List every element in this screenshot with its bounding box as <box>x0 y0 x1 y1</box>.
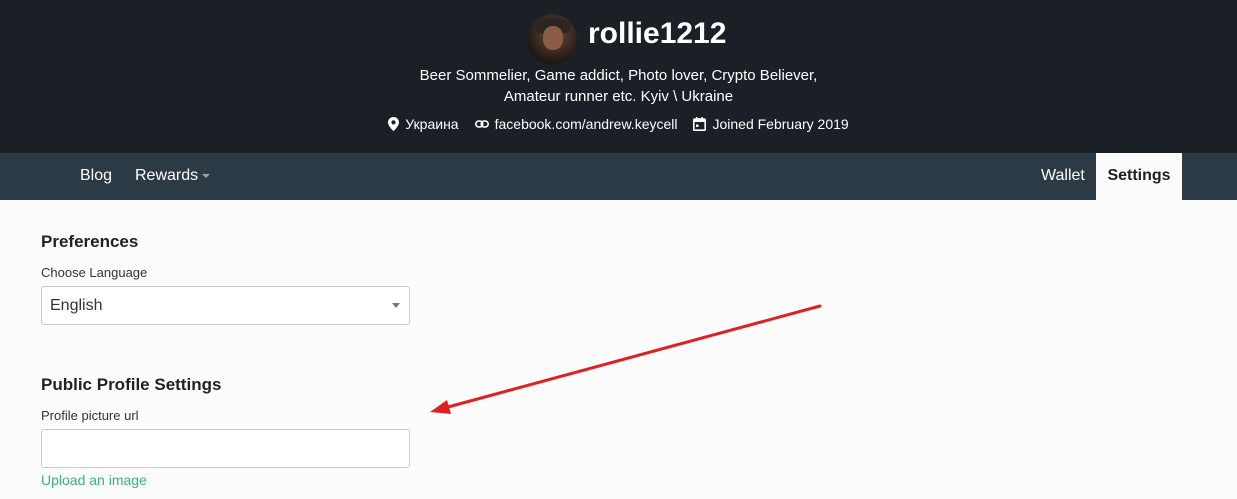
profile-meta: Украина facebook.com/andrew.keycell Join… <box>0 116 1237 132</box>
chevron-down-icon <box>202 173 211 178</box>
profile-picture-label: Profile picture url <box>41 408 139 423</box>
dropdown-arrow-icon <box>392 303 400 308</box>
location-text: Украина <box>405 116 459 132</box>
public-profile-title: Public Profile Settings <box>41 375 222 394</box>
location-item: Украина <box>388 116 459 132</box>
website-link[interactable]: facebook.com/andrew.keycell <box>495 116 678 132</box>
username: rollie1212 <box>588 17 727 50</box>
language-select-value: English <box>50 297 103 314</box>
about-line-2: Amateur runner etc. Kyiv \ Ukraine <box>503 88 734 105</box>
nav-wallet[interactable]: Wallet <box>1041 153 1085 200</box>
upload-image-link[interactable]: Upload an image <box>41 472 147 488</box>
language-select[interactable]: English <box>41 286 410 325</box>
joined-item: Joined February 2019 <box>693 116 849 132</box>
profile-nav: Blog Rewards Wallet Settings <box>0 153 1237 200</box>
joined-text: Joined February 2019 <box>712 116 849 132</box>
nav-rewards[interactable]: Rewards <box>135 153 211 200</box>
profile-picture-url-input[interactable] <box>41 429 410 468</box>
nav-blog[interactable]: Blog <box>80 153 112 200</box>
avatar[interactable] <box>527 14 577 64</box>
nav-settings[interactable]: Settings <box>1096 153 1182 200</box>
preferences-title: Preferences <box>41 232 139 251</box>
link-icon <box>474 120 489 128</box>
avatar-face <box>543 26 563 50</box>
website-item[interactable]: facebook.com/andrew.keycell <box>474 116 678 132</box>
language-label: Choose Language <box>41 265 148 280</box>
nav-rewards-label: Rewards <box>135 167 199 184</box>
profile-header: rollie1212 Beer Sommelier, Game addict, … <box>0 0 1237 153</box>
about-line-1: Beer Sommelier, Game addict, Photo lover… <box>419 67 818 84</box>
location-pin-icon <box>388 117 400 131</box>
calendar-icon <box>693 117 707 131</box>
